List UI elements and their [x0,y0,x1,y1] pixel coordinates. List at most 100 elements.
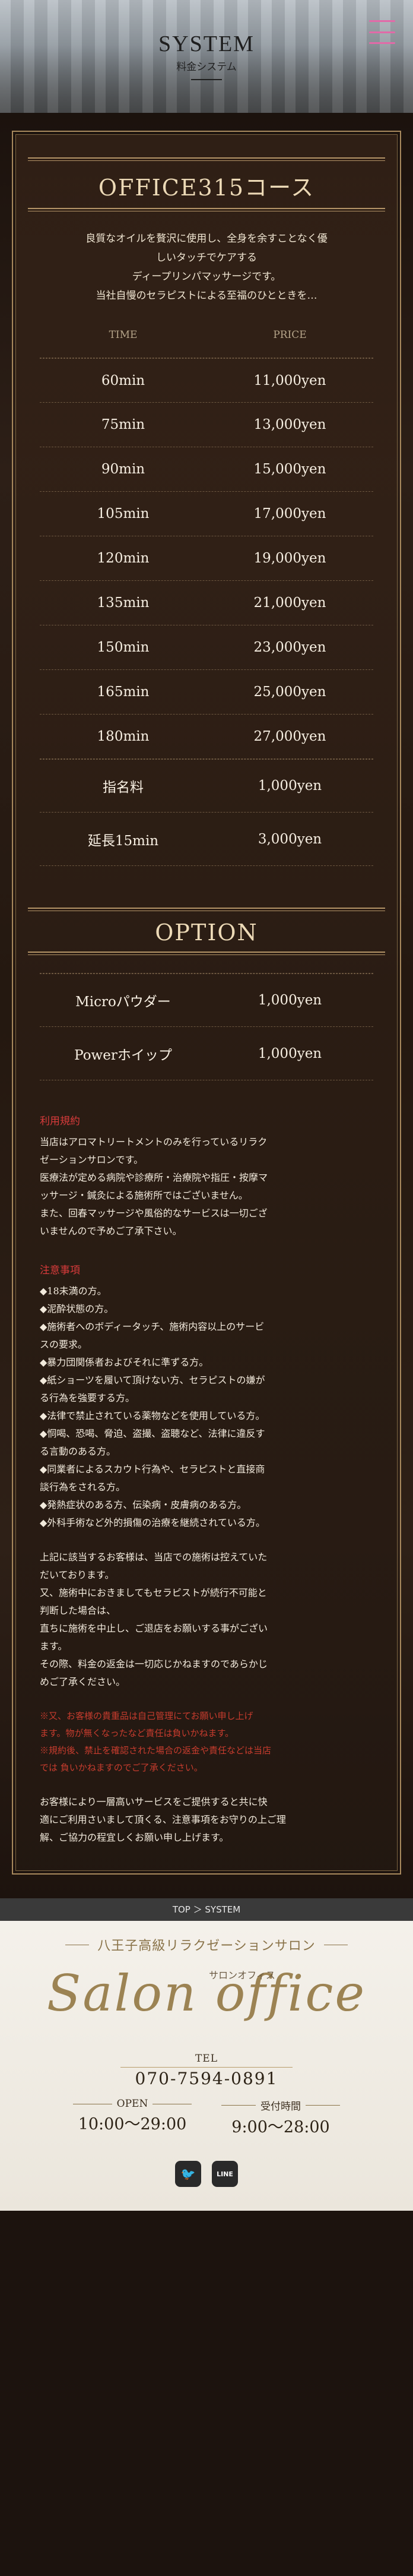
price-row: 150min 23,000yen [40,625,373,670]
row-time: 105min [97,506,150,521]
extra-price: 3,000yen [258,831,322,847]
caution-item: ◆紙ショーツを履いて頂けない方、セラピストの嫌が [40,1374,265,1386]
caution-after-line: ます。 [40,1641,68,1652]
red-note-line: ます。物が無くなったなど責任は負いかねます。 [40,1728,234,1739]
row-price: 25,000yen [253,684,326,700]
course-intro: 良質なオイルを贅沢に使用し、全身を余すことなく優 しいタッチでケアする ディープ… [40,229,373,305]
caution-item: ◆法律で禁止されている薬物などを使用している方。 [40,1410,265,1421]
reception-value: 9:00～28:00 [231,2118,330,2136]
red-note-line: ※又、お客様の貴重品は自己管理にてお願い申し上げ [40,1711,253,1721]
main-content: OFFICE315コース 良質なオイルを贅沢に使用し、全身を余すことなく優 しい… [0,113,413,1898]
course-title: OFFICE315コース [98,175,315,201]
caution-item: ◆泥酔状態の方。 [40,1303,114,1314]
row-time: 135min [97,595,150,611]
line-icon[interactable]: LINE [212,2161,238,2187]
terms-line: 医療法が定める病院や診療所・治療院や指圧・按摩マ [40,1172,268,1183]
row-price: 21,000yen [253,595,326,611]
terms-line: 当店はアロマトリートメントのみを行っているリラク [40,1136,268,1148]
caution-item: ◆外科手術など外的損傷の治療を継続されている方。 [40,1517,265,1528]
heading-rule-bottom [28,952,385,955]
caution-after-line: だいております。 [40,1569,115,1581]
row-time: 60min [101,372,145,388]
caution-item: ◆施術者へのボディータッチ、施術内容以上のサービ [40,1321,265,1332]
closing-line: 適にご利用さいまして頂くる、注意事項をお守りの上ご理 [40,1814,286,1825]
intro-line: 良質なオイルを贅沢に使用し、全身を余すことなく優 [85,233,328,245]
page-header: SYSTEM 料金システム [0,0,413,113]
row-price: 19,000yen [253,551,326,566]
terms-line: ッサージ・鍼灸による施術所ではございません。 [40,1190,248,1201]
option-title: OPTION [155,919,258,946]
caution-item: スの要求。 [40,1339,88,1350]
price-row: 105min 17,000yen [40,492,373,536]
row-time: 75min [101,417,145,432]
open-value: 10:00～29:00 [78,2115,187,2134]
caution-after-line: 判断した場合は、 [40,1605,116,1616]
page-title: SYSTEM [158,31,255,56]
row-price: 17,000yen [253,506,326,521]
price-panel: OFFICE315コース 良質なオイルを贅沢に使用し、全身を余すことなく優 しい… [12,131,401,1875]
extra-label: 指名料 [103,780,144,795]
logo-kana: サロンオフィス [209,1970,275,1981]
caution-after-line: 又、施術中におきましてもセラピストが続行不可能と [40,1587,267,1598]
extra-fees: 指名料 1,000yen 延長15min 3,000yen [40,759,373,866]
hamburger-icon[interactable] [369,20,395,44]
caution-after-line: その際、料金の返金は一切応じかねますのであらかじ [40,1658,268,1670]
hamburger-bar [369,20,395,22]
footer-tel[interactable]: TEL 070-7594-0891 [0,2053,413,2088]
option-price: 1,000yen [258,993,322,1008]
caution-title: 注意事項 [40,1265,80,1276]
row-price: 23,000yen [253,640,326,655]
twitter-icon[interactable]: 🐦 [175,2161,201,2187]
page-footer: TOP ＞ SYSTEM 八王子高級リラクゼーションサロン サロンオフィス Sa… [0,1898,413,2211]
extra-label: 延長15min [87,833,159,849]
title-underline [191,79,222,80]
caution-block: 注意事項 ◆18未満の方。 ◆泥酔状態の方。 ◆施術者へのボディータッチ、施術内… [40,1262,373,1847]
label-rule [306,2105,340,2106]
terms-line: いませんので予めご了承下さい。 [40,1225,182,1237]
tel-label: TEL [195,2053,218,2065]
tel-number[interactable]: 070-7594-0891 [0,2069,413,2088]
footer-hours: OPEN 10:00～29:00 受付時間 9:00～28:00 [0,2098,413,2137]
row-time: 165min [97,684,150,700]
option-table: Microパウダー 1,000yen Powerホイップ 1,000yen [40,973,373,1080]
option-heading: OPTION [28,908,385,955]
reception-label-row: 受付時間 [221,2098,340,2113]
footer-brand: 八王子高級リラクゼーションサロン サロンオフィス Salon office [0,1921,413,2029]
intro-line: 当社自慢のセラピストによる至福のひとときを… [96,290,317,302]
red-note-line: では 負いかねますのでご了承ください。 [40,1762,203,1773]
closing-line: お客様により一層高いサービスをご提供すると共に快 [40,1796,268,1807]
terms-text: 当店はアロマトリートメントのみを行っているリラク ゼーションサロンです。 医療法… [40,1133,373,1240]
footer-tagline: 八王子高級リラクゼーションサロン [97,1939,316,1954]
caution-item: ◆恫喝、恐喝、脅迫、盗撮、盗聴など、法律に違反す [40,1428,265,1439]
course-heading: OFFICE315コース [28,157,385,211]
reception-label: 受付時間 [260,2101,301,2113]
hamburger-bar [369,31,395,33]
row-time: 150min [97,640,150,655]
caution-item: 談行為をされる方。 [40,1481,126,1493]
col-time: TIME [109,329,138,341]
price-row: 120min 19,000yen [40,536,373,581]
header-title-block: SYSTEM 料金システム [0,31,413,80]
col-price: PRICE [273,329,307,341]
price-row: 135min 21,000yen [40,581,373,625]
terms-block: 利用規約 当店はアロマトリートメントのみを行っているリラク ゼーションサロンです… [40,1112,373,1240]
extra-row: 指名料 1,000yen [40,759,373,813]
option-label: Powerホイップ [74,1047,172,1063]
caution-red-notes: ※又、お客様の貴重品は自己管理にてお願い申し上げ ます。物が無くなったなど責任は… [40,1708,373,1777]
footer-logo[interactable]: サロンオフィス Salon office [0,1958,413,2029]
caution-item: ◆18未満の方。 [40,1285,107,1297]
option-label: Microパウダー [75,994,171,1010]
row-time: 120min [97,551,150,566]
row-time: 90min [101,462,145,477]
intro-line: ディープリンパマッサージです。 [132,271,281,283]
row-time: 180min [97,729,150,744]
intro-line: しいタッチでケアする [156,252,257,264]
caution-item: る言動のある方。 [40,1446,116,1457]
extra-price: 1,000yen [258,778,322,794]
caution-after-line: 上記に該当するお客様は、当店での施術は控えていた [40,1551,268,1563]
breadcrumb[interactable]: TOP ＞ SYSTEM [0,1898,413,1921]
price-row: 90min 15,000yen [40,447,373,492]
price-row: 60min 11,000yen [40,358,373,403]
terms-line: また、回春マッサージや風俗的なサービスは一切ござ [40,1208,268,1219]
red-note-line: ※規約後、禁止を確認された場合の返金や責任などは当店 [40,1745,272,1756]
